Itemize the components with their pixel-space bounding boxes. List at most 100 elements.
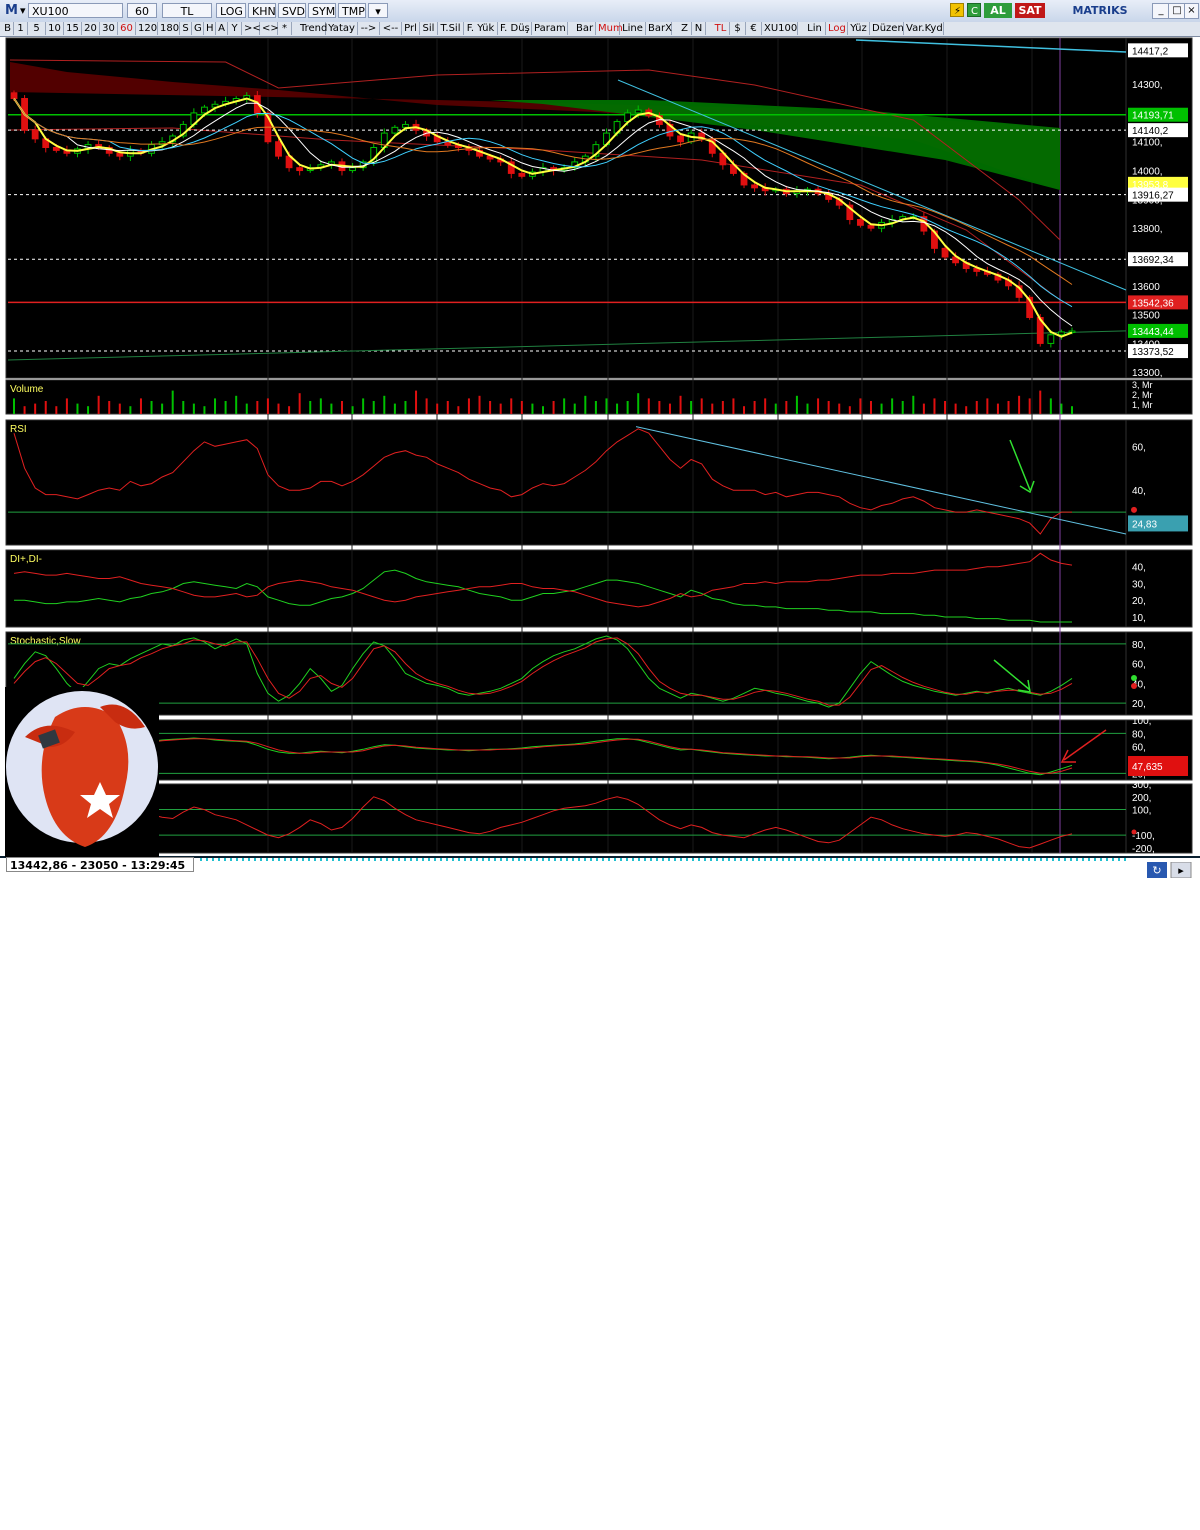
- volume-bar: [1049, 398, 1052, 414]
- candle-body: [1047, 334, 1055, 344]
- toolbar-button-18[interactable]: Trend: [298, 22, 327, 35]
- candle-body: [391, 126, 399, 134]
- volume-bar: [817, 398, 820, 414]
- toolbar-button-12[interactable]: H: [204, 22, 216, 35]
- panel6-marker: [1131, 829, 1137, 835]
- volume-bar: [891, 398, 894, 414]
- candle-body: [116, 152, 124, 157]
- toolbar-button-36[interactable]: €: [746, 22, 762, 35]
- volume-bar: [965, 406, 968, 414]
- toolbar-button-16[interactable]: <>: [260, 22, 279, 35]
- panel-frame-5: [5, 719, 1127, 781]
- toolbar-button-4[interactable]: 15: [64, 22, 82, 35]
- currency-field[interactable]: TL: [162, 3, 212, 18]
- toolbar-button-39[interactable]: Log: [826, 22, 848, 35]
- sell-button[interactable]: SAT: [1015, 3, 1045, 18]
- toolbar-button-22[interactable]: Prl: [402, 22, 420, 35]
- volume-bar: [129, 406, 132, 414]
- dropdown-arrow-icon[interactable]: ▾: [17, 3, 29, 18]
- toolbar-button-38[interactable]: Lin: [804, 22, 826, 35]
- toolbar-button-3[interactable]: 10: [46, 22, 64, 35]
- toolbar-button-7[interactable]: 60: [118, 22, 136, 35]
- toolbar-button-9[interactable]: 180: [158, 22, 180, 35]
- toolbar-button-37[interactable]: XU100: [762, 22, 798, 35]
- svd-button[interactable]: SVD: [278, 3, 306, 18]
- volume-bar: [1028, 398, 1031, 414]
- volume-bar: [44, 401, 47, 414]
- toolbar-button-41[interactable]: Düzen: [870, 22, 904, 35]
- toolbar-button-11[interactable]: G: [192, 22, 204, 35]
- panel-title-3: DI+,DI-: [10, 554, 42, 565]
- toolbar-button-21[interactable]: <--: [380, 22, 402, 35]
- close-icon[interactable]: ×: [1184, 3, 1199, 19]
- toolbar-button-14[interactable]: Y: [228, 22, 242, 35]
- volume-bar: [869, 401, 872, 414]
- volume-bar: [827, 401, 830, 414]
- toolbar-button-27[interactable]: Param: [532, 22, 568, 35]
- volume-bar: [97, 395, 100, 414]
- volume-bar: [383, 395, 386, 414]
- toolbar-button-32[interactable]: Z: [678, 22, 692, 35]
- date-label: 21: [441, 864, 453, 875]
- volume-bar: [161, 403, 164, 414]
- toolbar-button-33[interactable]: N: [692, 22, 706, 35]
- volume-panel-title: Volume: [10, 384, 44, 395]
- volume-bar: [139, 398, 142, 414]
- price-label: 13542,36: [1132, 298, 1174, 309]
- toolbar-button-15[interactable]: ><: [242, 22, 261, 35]
- volume-bar: [1071, 406, 1073, 414]
- khn-button[interactable]: KHN: [248, 3, 276, 18]
- volume-bar: [150, 401, 153, 414]
- refresh-icon[interactable]: C: [967, 3, 981, 17]
- toolbar-button-2[interactable]: 5: [28, 22, 46, 35]
- toolbar-button-30[interactable]: Line: [620, 22, 646, 35]
- toolbar-button-20[interactable]: -->: [358, 22, 380, 35]
- volume-bar: [573, 403, 576, 414]
- panel-tick-6: 300,: [1132, 780, 1151, 791]
- toolbar-button-0[interactable]: B: [2, 22, 14, 35]
- candle-body: [275, 141, 282, 157]
- toolbar-button-23[interactable]: Sil: [420, 22, 438, 35]
- toolbar-button-10[interactable]: S: [180, 22, 192, 35]
- toolbar-button-42[interactable]: Var.Kyd: [904, 22, 944, 35]
- toolbar-button-40[interactable]: Yüz: [848, 22, 870, 35]
- toolbar-button-17[interactable]: *: [278, 22, 292, 35]
- panel-tick-2: 40,: [1132, 486, 1146, 497]
- avatar-image: [5, 687, 159, 857]
- buy-button[interactable]: AL: [984, 3, 1012, 18]
- toolbar-button-1[interactable]: 1: [14, 22, 28, 35]
- period-field[interactable]: 60: [127, 3, 157, 18]
- panel-tick-5: 60,: [1132, 743, 1146, 754]
- volume-bar: [806, 403, 809, 414]
- sym-button[interactable]: SYM: [308, 3, 336, 18]
- volume-bar: [446, 401, 449, 414]
- toolbar-button-35[interactable]: $: [730, 22, 746, 35]
- volume-bar: [393, 403, 396, 414]
- toolbar-button-25[interactable]: F. Yük: [464, 22, 498, 35]
- tmp-button[interactable]: TMP: [338, 3, 366, 18]
- symbol-field[interactable]: XU100: [28, 3, 123, 18]
- volume-bar: [256, 401, 259, 414]
- volume-bar: [245, 403, 248, 414]
- toolbar-button-8[interactable]: 120: [136, 22, 158, 35]
- toolbar-button-34[interactable]: TL: [712, 22, 730, 35]
- toolbar-button-24[interactable]: T.Sil: [438, 22, 464, 35]
- scroll-controls[interactable]: ↻ ▸: [1147, 862, 1192, 878]
- rsi-value-label: 24,83: [1132, 519, 1157, 530]
- tmp-dropdown-icon[interactable]: ▾: [368, 3, 388, 18]
- lightning-icon[interactable]: ⚡: [950, 3, 964, 17]
- candle-body: [751, 184, 759, 189]
- toolbar-button-28[interactable]: Bar: [574, 22, 596, 35]
- toolbar-button-29[interactable]: Mum: [596, 22, 623, 35]
- panel-tick-2: 60,: [1132, 442, 1146, 453]
- toolbar-button-19[interactable]: Yatay: [326, 22, 358, 35]
- toolbar-button-13[interactable]: A: [216, 22, 228, 35]
- volume-bar: [510, 398, 513, 414]
- volume-bar: [171, 390, 174, 414]
- log-button[interactable]: LOG: [216, 3, 246, 18]
- date-label: 23: [612, 864, 624, 875]
- toolbar-button-31[interactable]: BarX: [646, 22, 672, 35]
- toolbar-button-5[interactable]: 20: [82, 22, 100, 35]
- toolbar-button-6[interactable]: 30: [100, 22, 118, 35]
- toolbar-button-26[interactable]: F. Düş: [498, 22, 532, 35]
